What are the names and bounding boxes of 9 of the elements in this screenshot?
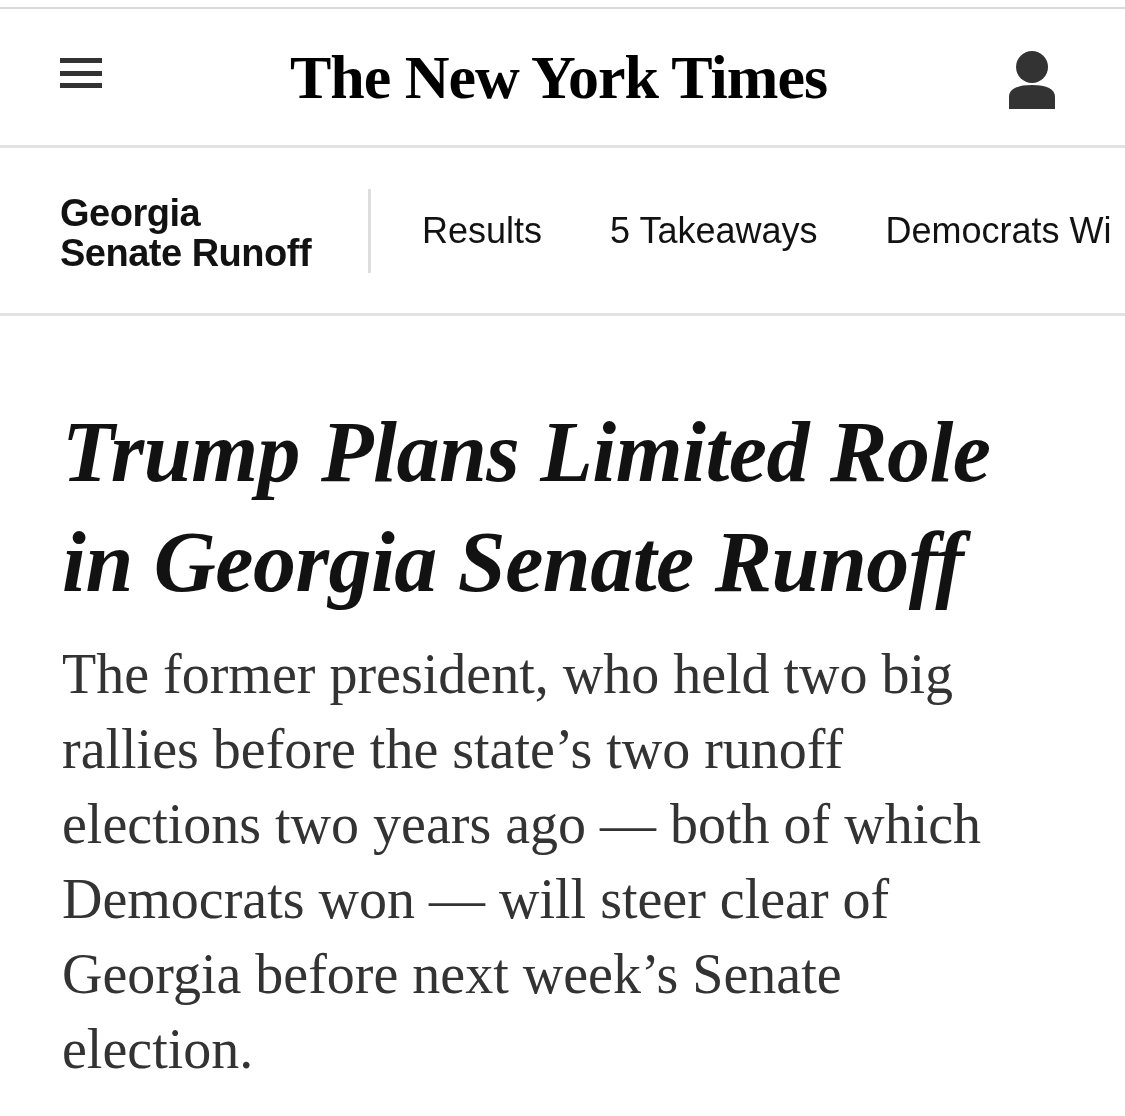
nav-link[interactable]: Results bbox=[422, 208, 543, 253]
nav-link[interactable]: 5 Takeaways bbox=[610, 208, 818, 253]
account-icon[interactable] bbox=[1009, 51, 1055, 109]
menu-icon[interactable] bbox=[60, 58, 102, 88]
article-headline: Trump Plans Limited Role in Georgia Senate Runoff bbox=[62, 403, 992, 612]
site-logo[interactable]: The New York Times bbox=[289, 42, 828, 112]
section-title[interactable]: Georgia Senate Runoff bbox=[60, 192, 325, 273]
nav-link[interactable]: Democrats Wi bbox=[885, 208, 1112, 253]
article-summary: The former president, who held two big rallies before the state’s two runoff elections two years ago — both of which Democrats won — will steer clear of Georgia before next week’s Senate election. bbox=[62, 642, 983, 1082]
